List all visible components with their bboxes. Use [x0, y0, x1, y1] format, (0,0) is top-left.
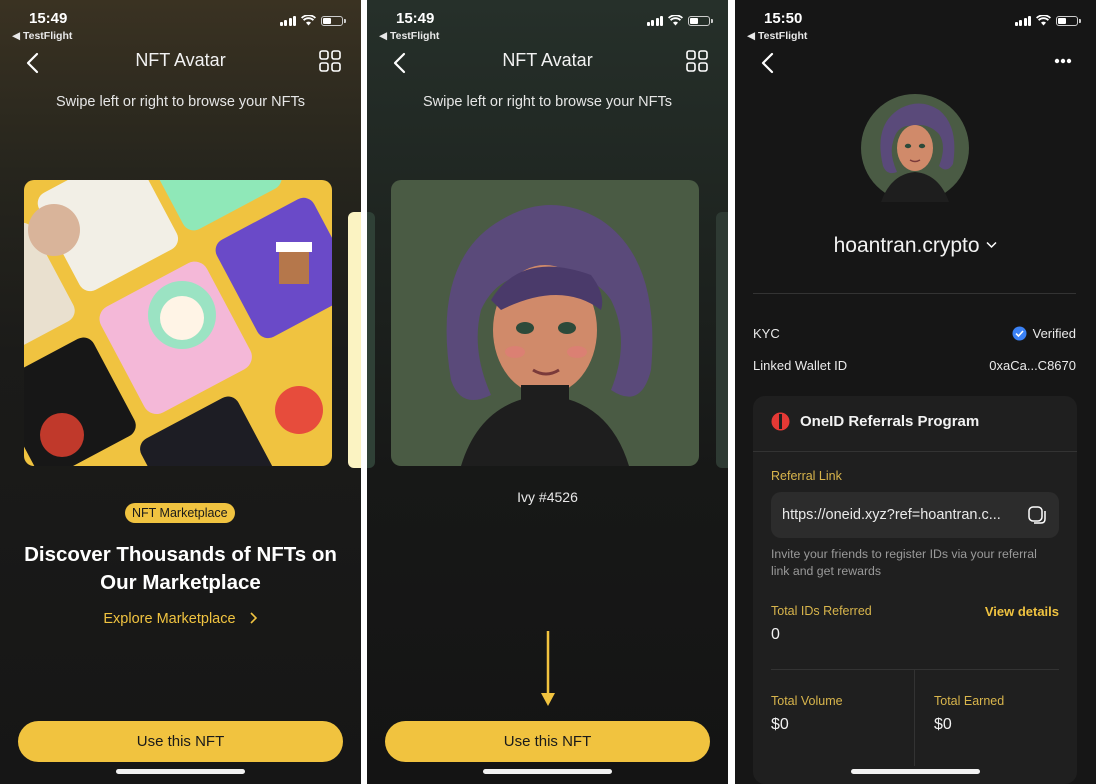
home-indicator — [116, 769, 245, 774]
divider — [753, 451, 1077, 452]
nft-avatar-image — [446, 205, 653, 466]
swipe-hint: Swipe left or right to browse your NFTs — [422, 94, 672, 110]
back-to-testflight[interactable]: ◀ TestFlight — [12, 30, 72, 42]
avatar[interactable] — [861, 94, 969, 202]
explore-label: Explore Marketplace — [103, 611, 236, 627]
wifi-icon — [301, 15, 316, 26]
wallet-row: Linked Wallet ID 0xaCa...C8670 — [753, 358, 1076, 373]
next-card-peek[interactable] — [716, 212, 728, 468]
status-icons — [1014, 15, 1081, 26]
promo-headline-line2: Our Marketplace — [100, 571, 261, 594]
referral-url: https://oneid.xyz?ref=hoantran.c... — [782, 507, 1001, 523]
kyc-value: Verified — [1032, 326, 1076, 341]
screen-nft-marketplace: 15:49 ◀ TestFlight NFT Avatar Swipe left… — [0, 0, 361, 784]
screen-profile: 15:50 ◀ TestFlight hoantran.crypto KYC V… — [735, 0, 1096, 784]
signal-icon — [279, 15, 296, 26]
arrow-down-icon — [541, 631, 555, 706]
divider — [914, 670, 915, 766]
battery-icon — [1056, 15, 1081, 26]
kyc-status: Verified — [1012, 326, 1076, 341]
total-earned-label: Total Earned — [934, 694, 1005, 708]
page-title: NFT Avatar — [135, 50, 226, 70]
kyc-label: KYC — [753, 326, 780, 341]
verified-icon — [1012, 326, 1027, 341]
nft-card[interactable] — [391, 180, 699, 466]
status-icons — [646, 15, 713, 26]
more-icon[interactable] — [1054, 58, 1072, 64]
use-this-nft-button[interactable]: Use this NFT — [18, 721, 343, 762]
invite-text: Invite your friends to register IDs via … — [771, 546, 1037, 580]
wifi-icon — [668, 15, 683, 26]
marketplace-collage — [24, 180, 332, 466]
total-volume-value: $0 — [771, 716, 789, 733]
battery-icon — [688, 15, 713, 26]
use-this-nft-button[interactable]: Use this NFT — [385, 721, 710, 762]
oneid-logo-icon — [771, 412, 790, 431]
grid-icon[interactable] — [686, 50, 708, 72]
promo-headline: Discover Thousands of NFTs on Our Market… — [10, 541, 351, 597]
status-time: 15:50 — [764, 10, 803, 27]
status-time: 15:49 — [29, 10, 68, 27]
prev-card-peek[interactable] — [367, 212, 375, 468]
nft-name: Ivy #4526 — [517, 489, 578, 505]
total-earned-value: $0 — [934, 716, 952, 733]
next-card-peek[interactable] — [348, 212, 361, 468]
view-details-link[interactable]: View details — [985, 604, 1059, 619]
copy-icon[interactable] — [1027, 505, 1047, 525]
swipe-hint: Swipe left or right to browse your NFTs — [55, 94, 305, 110]
page-title: NFT Avatar — [502, 50, 593, 70]
chevron-left-icon[interactable] — [757, 50, 779, 76]
home-indicator — [483, 769, 612, 774]
username: hoantran.crypto — [833, 234, 980, 257]
screen-nft-avatar: 15:49 ◀ TestFlight NFT Avatar Swipe left… — [367, 0, 728, 784]
back-to-testflight[interactable]: ◀ TestFlight — [747, 30, 807, 42]
nft-marketplace-badge: NFT Marketplace — [125, 503, 235, 523]
program-title: OneID Referrals Program — [800, 413, 980, 430]
chevron-right-icon — [250, 612, 257, 624]
chevron-down-icon — [986, 241, 997, 249]
wifi-icon — [1036, 15, 1051, 26]
total-volume-label: Total Volume — [771, 694, 843, 708]
status-icons — [279, 15, 346, 26]
wallet-label: Linked Wallet ID — [753, 358, 848, 373]
promo-headline-line1: Discover Thousands of NFTs on — [24, 543, 337, 566]
status-time: 15:49 — [396, 10, 435, 27]
referrals-panel: OneID Referrals Program Referral Link ht… — [753, 396, 1077, 784]
signal-icon — [1014, 15, 1031, 26]
username-switcher[interactable]: hoantran.crypto — [735, 234, 1096, 258]
signal-icon — [646, 15, 663, 26]
invite-text-line1: Invite your friends to register IDs via … — [771, 547, 1037, 561]
invite-text-line2: link and get rewards — [771, 564, 882, 578]
total-ids-value: 0 — [771, 626, 780, 643]
battery-icon — [321, 15, 346, 26]
referral-link-label: Referral Link — [771, 469, 842, 483]
total-ids-label: Total IDs Referred — [771, 604, 872, 618]
explore-marketplace-link[interactable]: Explore Marketplace — [0, 611, 361, 627]
back-to-testflight[interactable]: ◀ TestFlight — [379, 30, 439, 42]
kyc-row: KYC Verified — [753, 326, 1076, 341]
program-header: OneID Referrals Program — [771, 412, 979, 431]
referral-link-field[interactable]: https://oneid.xyz?ref=hoantran.c... — [771, 492, 1059, 538]
divider — [771, 669, 1059, 670]
grid-icon[interactable] — [319, 50, 341, 72]
wallet-value[interactable]: 0xaCa...C8670 — [989, 358, 1076, 373]
home-indicator — [851, 769, 980, 774]
divider — [753, 293, 1076, 294]
marketplace-promo-card[interactable] — [24, 180, 332, 466]
